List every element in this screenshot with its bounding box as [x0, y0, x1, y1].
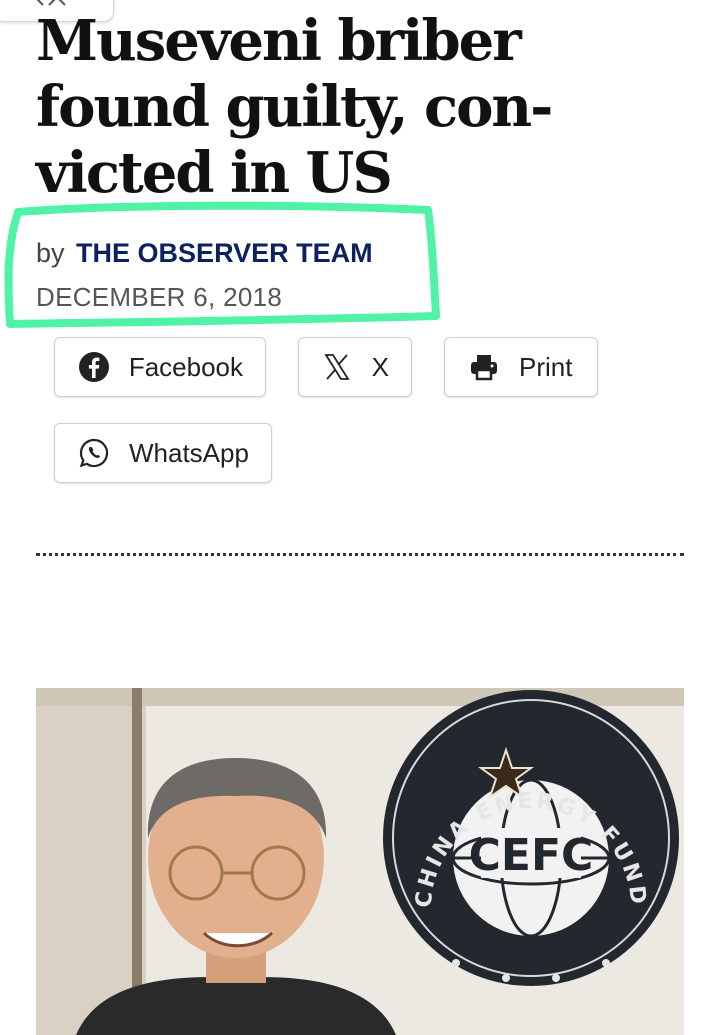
print-label: Print: [519, 351, 573, 382]
article-headline: Museveni briber found guilty, con- victe…: [36, 8, 676, 206]
headline-line-3: victed in US: [36, 140, 393, 206]
facebook-share-button[interactable]: Facebook: [54, 337, 266, 397]
headline-line-2: found guilty, con-: [36, 74, 553, 140]
whatsapp-icon: [77, 436, 111, 470]
x-icon: [321, 350, 354, 384]
article-photo[interactable]: CEFC CHINA ENERGY FUND COMMITTEE: [36, 688, 684, 1035]
publish-date: DECEMBER 6, 2018: [36, 282, 283, 312]
section-divider: [36, 553, 684, 556]
printer-icon: [467, 350, 501, 384]
facebook-label: Facebook: [128, 351, 243, 382]
byline-prefix: by: [36, 238, 65, 268]
x-label: X: [371, 351, 389, 382]
print-button[interactable]: Print: [444, 337, 598, 397]
whatsapp-label: WhatsApp: [129, 437, 249, 468]
whatsapp-share-button[interactable]: WhatsApp: [54, 423, 272, 483]
x-share-button[interactable]: X: [298, 337, 412, 397]
headline-line-1: Museveni briber: [36, 8, 522, 74]
byline: by THE OBSERVER TEAM: [36, 236, 373, 270]
facebook-icon: [77, 350, 111, 384]
author-link[interactable]: THE OBSERVER TEAM: [76, 238, 373, 268]
cefc-logo-center-text: CEFC: [469, 830, 594, 881]
